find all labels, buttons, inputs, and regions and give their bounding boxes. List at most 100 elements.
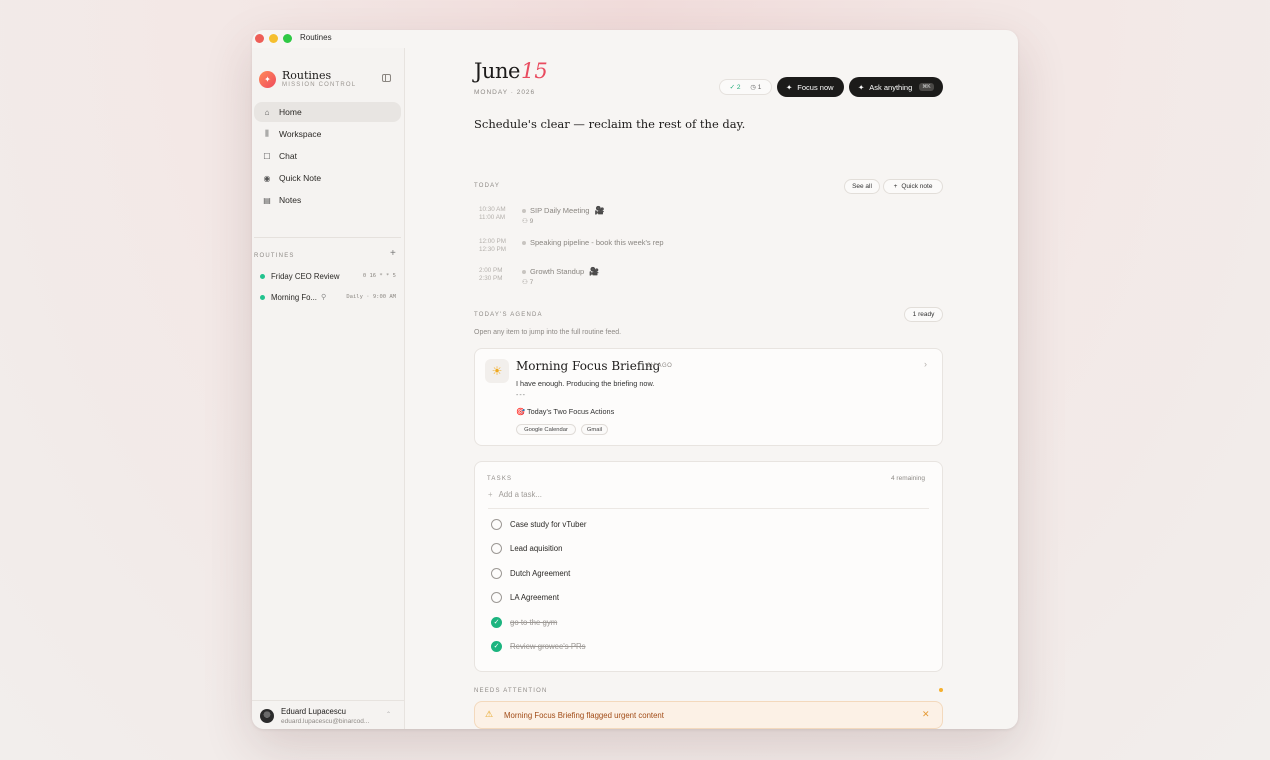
ready-badge[interactable]: 1 ready [904,307,943,322]
quick-note-button[interactable]: + Quick note [883,179,943,194]
task-checkbox[interactable] [491,518,502,530]
date-month: June [474,59,520,83]
task-checkbox[interactable] [491,567,502,579]
video-camera-icon: 🎥 [589,267,600,276]
task-checkbox[interactable] [491,591,502,603]
event-attendees: ⚇ 9 [522,218,534,225]
plus-icon: + [893,183,898,190]
event-attendees: ⚇ 7 [522,279,534,286]
user-profile[interactable]: Eduard Lupacescu eduard.lupacescu@binarc… [252,700,405,729]
brand-logo-icon: ✦ [259,71,276,88]
event-title: SIP Daily Meeting 🎥 [522,206,604,215]
task-item[interactable]: Case study for vTuber [491,518,586,530]
task-label: go to the gym [510,617,558,627]
sidebar-item-chat[interactable]: ☐ Chat [254,146,401,166]
routines-section-label: ROUTINES [254,253,295,259]
routine-item[interactable]: Morning Fo... ⚲ Daily · 9:00 AM [260,290,400,304]
sidebar-item-notes[interactable]: ▤ Notes [254,190,401,210]
task-item[interactable]: ✓ go to the gym [491,616,557,628]
close-icon[interactable]: ✕ [922,709,930,720]
completed-counter: ✓ 2 [730,83,741,91]
task-checkbox[interactable] [491,542,502,554]
task-item[interactable]: Dutch Agreement [491,567,570,579]
sidebar-item-workspace[interactable]: ⫼ Workspace [254,124,401,144]
task-label: Case study for vTuber [510,519,587,529]
video-camera-icon: 🎥 [594,206,605,215]
window-title: Routines [300,33,332,42]
tasks-card: TASKS 4 remaining + Add a task... Case s… [474,461,943,672]
sidebar-toggle-icon[interactable] [382,74,391,82]
date-subtitle: MONDAY · 2026 [474,89,536,96]
clock-icon: ◷ [750,84,756,91]
sidebar-item-label: Chat [279,151,297,161]
sidebar-item-quick-note[interactable]: ◉ Quick Note [254,168,401,188]
add-task-input[interactable]: + Add a task... [488,490,542,499]
sparkle-icon: ✦ [786,82,793,92]
sidebar-item-home[interactable]: ⌂ Home [254,102,401,122]
sidebar-nav: ⌂ Home ⫼ Workspace ☐ Chat ◉ Quick Note ▤… [254,102,401,212]
event-time: 12:00 PM 12:30 PM [479,238,506,253]
zoom-window-button[interactable] [283,34,292,43]
calendar-event[interactable]: 2:00 PM 2:30 PM Growth Standup 🎥 ⚇ 7 [479,267,779,287]
focus-now-button[interactable]: ✦ Focus now [777,77,844,97]
task-item[interactable]: ✓ Review growee's PRs [491,640,586,652]
sparkle-icon: ✦ [858,82,865,92]
briefing-timestamp: 6H AGO [647,363,673,369]
tasks-section-label: TASKS [487,476,513,482]
needs-attention-label: NEEDS ATTENTION [474,688,548,694]
library-icon: ⫼ [265,129,269,138]
task-label: Dutch Agreement [510,568,571,578]
chat-icon: ☐ [263,151,271,161]
app-window: Routines ✦ Routines MISSION CONTROL ⌂ Ho… [252,30,1018,729]
task-label: Lead aquisition [510,543,563,553]
calendar-event[interactable]: 10:30 AM 11:00 AM SIP Daily Meeting 🎥 ⚇ 9 [479,206,779,226]
document-icon: ▤ [263,195,271,205]
task-item[interactable]: LA Agreement [491,591,559,603]
briefing-title: Morning Focus Briefing [516,359,661,373]
avatar [260,709,274,723]
routine-status-dot [260,294,265,300]
sidebar-item-label: Workspace [279,129,322,139]
sidebar-item-label: Notes [279,195,302,205]
source-tag: Google Calendar [516,424,576,435]
briefing-separator: --- [516,392,526,399]
close-window-button[interactable] [255,34,264,43]
task-checkbox-checked[interactable]: ✓ [491,616,502,628]
attention-alert[interactable]: ⚠ Morning Focus Briefing flagged urgent … [474,701,943,729]
completed-count: 2 [736,84,741,91]
calendar-event[interactable]: 12:00 PM 12:30 PM Speaking pipeline - boo… [479,238,779,258]
user-email: eduard.lupacescu@binarcod... [281,718,370,725]
routine-name: Morning Fo... [271,292,317,302]
add-routine-icon[interactable]: + [390,248,396,259]
chevron-updown-icon[interactable]: ⌃ [386,711,391,718]
sidebar: ✦ Routines MISSION CONTROL ⌂ Home ⫼ Work… [252,48,405,729]
add-task-placeholder: Add a task... [498,490,542,499]
routine-status-dot [260,273,265,279]
agenda-subtext: Open any item to jump into the full rout… [474,329,622,336]
ask-anything-button[interactable]: ✦ Ask anything ⌘K [849,77,943,97]
event-time: 10:30 AM 11:00 AM [479,206,506,221]
home-icon: ⌂ [264,107,270,117]
briefing-card[interactable]: ☀ Morning Focus Briefing 6H AGO › I have… [474,348,943,446]
date-day: 15 [521,59,548,83]
pin-icon[interactable]: ⚲ [321,293,326,301]
task-checkbox-checked[interactable]: ✓ [491,640,502,652]
event-title: Speaking pipeline - book this week's rep [522,238,664,247]
routine-name: Friday CEO Review [271,271,340,281]
sidebar-item-label: Home [279,107,302,117]
page-headline: Schedule's clear — reclaim the rest of t… [474,117,746,131]
titlebar: Routines [252,30,1018,48]
status-counters[interactable]: ✓ 2 ◷ 1 [719,79,772,95]
source-tag: Gmail [581,424,608,435]
tasks-remaining: 4 remaining [891,475,925,482]
routine-item[interactable]: Friday CEO Review 0 16 * * 5 [260,269,400,283]
today-section-label: TODAY [474,183,501,189]
sidebar-item-label: Quick Note [279,173,322,183]
brand-subtitle: MISSION CONTROL [282,82,357,88]
see-all-button[interactable]: See all [844,179,880,194]
plus-icon: + [488,490,493,499]
check-circle-icon: ✓ [729,84,736,91]
minimize-window-button[interactable] [269,34,278,43]
chevron-right-icon[interactable]: › [924,359,927,369]
task-item[interactable]: Lead aquisition [491,542,562,554]
